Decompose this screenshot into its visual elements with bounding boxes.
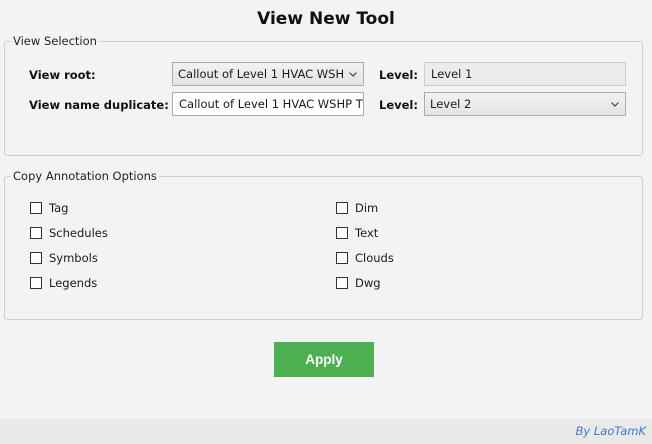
view-name-duplicate-label: View name duplicate:: [29, 98, 169, 112]
clouds-checkbox-row[interactable]: Clouds: [336, 251, 394, 265]
level-label-1: Level:: [379, 68, 418, 82]
apply-button[interactable]: Apply: [274, 342, 374, 377]
text-checkbox[interactable]: [336, 227, 348, 239]
symbols-checkbox-row[interactable]: Symbols: [30, 251, 98, 265]
dim-checkbox-label: Dim: [355, 201, 379, 215]
tag-checkbox[interactable]: [30, 202, 42, 214]
level-label-2: Level:: [379, 98, 418, 112]
copy-annotation-options-group: Copy Annotation Options Tag Schedules Sy…: [4, 169, 643, 320]
level-combobox[interactable]: Level 2: [424, 92, 626, 116]
dim-checkbox-row[interactable]: Dim: [336, 201, 378, 215]
symbols-checkbox-label: Symbols: [49, 251, 98, 265]
footer-bar: By LaoTamK: [0, 419, 652, 444]
symbols-checkbox[interactable]: [30, 252, 42, 264]
view-root-label: View root:: [29, 68, 96, 82]
legends-checkbox-label: Legends: [49, 276, 98, 290]
view-name-duplicate-input[interactable]: Callout of Level 1 HVAC WSHP TYPICAL: [172, 92, 364, 116]
dwg-checkbox[interactable]: [336, 277, 348, 289]
schedules-checkbox-label: Schedules: [49, 226, 108, 240]
author-credit: By LaoTamK: [575, 424, 646, 438]
text-checkbox-label: Text: [355, 226, 379, 240]
window-title: View New Tool: [257, 9, 395, 29]
copy-annotation-options-legend: Copy Annotation Options: [11, 169, 159, 183]
schedules-checkbox-row[interactable]: Schedules: [30, 226, 108, 240]
clouds-checkbox-label: Clouds: [355, 251, 394, 265]
dim-checkbox[interactable]: [336, 202, 348, 214]
schedules-checkbox[interactable]: [30, 227, 42, 239]
dwg-checkbox-label: Dwg: [355, 276, 381, 290]
view-root-combobox[interactable]: Callout of Level 1 HVAC WSHP TYPICAL: [172, 62, 364, 86]
view-root-value: Callout of Level 1 HVAC WSHP TYPICAL: [178, 67, 343, 81]
tag-checkbox-label: Tag: [49, 201, 69, 215]
clouds-checkbox[interactable]: [336, 252, 348, 264]
view-selection-group: View Selection View root: Callout of Lev…: [4, 34, 643, 156]
view-selection-legend: View Selection: [11, 34, 99, 48]
tag-checkbox-row[interactable]: Tag: [30, 201, 68, 215]
chevron-down-icon: [610, 93, 620, 115]
level-readonly-field: Level 1: [424, 62, 626, 86]
level-combobox-value: Level 2: [430, 97, 472, 111]
chevron-down-icon: [348, 63, 358, 85]
dwg-checkbox-row[interactable]: Dwg: [336, 276, 381, 290]
text-checkbox-row[interactable]: Text: [336, 226, 378, 240]
legends-checkbox[interactable]: [30, 277, 42, 289]
legends-checkbox-row[interactable]: Legends: [30, 276, 97, 290]
